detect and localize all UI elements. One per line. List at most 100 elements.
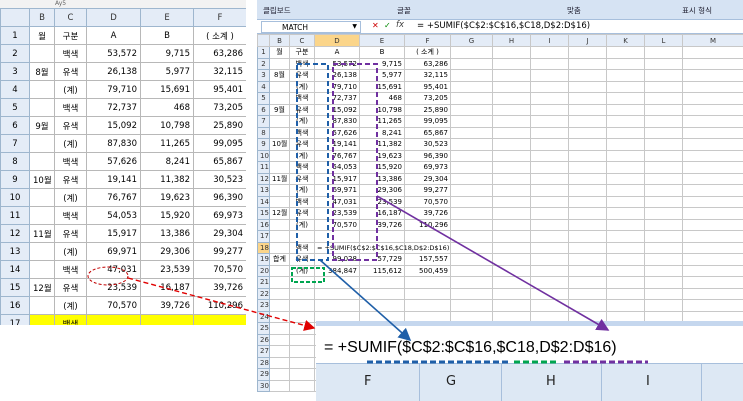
- empty-cell[interactable]: [450, 253, 493, 266]
- empty-cell[interactable]: [682, 138, 743, 151]
- right-column-header[interactable]: K: [606, 34, 645, 47]
- cell[interactable]: 유색: [289, 138, 315, 151]
- cell[interactable]: 5,977: [359, 69, 405, 82]
- empty-cell[interactable]: [530, 264, 569, 277]
- left-column-header[interactable]: F: [193, 8, 246, 27]
- empty-cell[interactable]: [644, 138, 683, 151]
- empty-cell[interactable]: [606, 69, 645, 82]
- cell[interactable]: 유색: [54, 116, 87, 135]
- select-all-corner[interactable]: [257, 34, 270, 47]
- cell[interactable]: [289, 287, 315, 300]
- row-number[interactable]: 16: [257, 218, 270, 231]
- cell[interactable]: 9,715: [359, 57, 405, 70]
- ribbon-font[interactable]: 글꼴: [397, 5, 411, 16]
- empty-cell[interactable]: [492, 195, 531, 208]
- zoom-formula-bar[interactable]: = +SUMIF($C$2:$C$16,$C18,D$2:D$16): [316, 326, 743, 364]
- cell[interactable]: ( 소계 ): [404, 46, 451, 59]
- empty-cell[interactable]: [492, 92, 531, 105]
- cell[interactable]: 73,205: [404, 92, 451, 105]
- cell[interactable]: 99,095: [404, 115, 451, 128]
- cell[interactable]: 32,115: [404, 69, 451, 82]
- empty-cell[interactable]: [606, 115, 645, 128]
- row-number[interactable]: 7: [0, 134, 30, 153]
- cell[interactable]: [29, 188, 55, 207]
- empty-cell[interactable]: [530, 287, 569, 300]
- empty-cell[interactable]: [682, 80, 743, 93]
- cell[interactable]: [29, 242, 55, 261]
- cell[interactable]: 15,691: [140, 80, 194, 99]
- cell[interactable]: [289, 310, 315, 323]
- cell[interactable]: 23,539: [86, 278, 141, 297]
- row-number[interactable]: 12: [257, 172, 270, 185]
- empty-cell[interactable]: [530, 184, 569, 197]
- row-number[interactable]: 25: [257, 322, 270, 335]
- empty-cell[interactable]: [644, 241, 683, 254]
- empty-cell[interactable]: [492, 80, 531, 93]
- empty-cell[interactable]: [606, 241, 645, 254]
- row-number[interactable]: 7: [257, 115, 270, 128]
- empty-cell[interactable]: [644, 184, 683, 197]
- cell[interactable]: [289, 230, 315, 243]
- cell[interactable]: (계): [289, 184, 315, 197]
- empty-cell[interactable]: [568, 149, 607, 162]
- empty-cell[interactable]: [606, 195, 645, 208]
- empty-cell[interactable]: [450, 184, 493, 197]
- empty-cell[interactable]: [568, 218, 607, 231]
- row-number[interactable]: 17: [257, 230, 270, 243]
- row-number[interactable]: 15: [0, 278, 30, 297]
- empty-cell[interactable]: [644, 218, 683, 231]
- cell[interactable]: [289, 333, 315, 346]
- cell[interactable]: 유색: [54, 170, 87, 189]
- cell[interactable]: [29, 134, 55, 153]
- empty-cell[interactable]: [492, 57, 531, 70]
- empty-cell[interactable]: [606, 264, 645, 277]
- empty-cell[interactable]: [644, 92, 683, 105]
- chevron-down-icon[interactable]: ▼: [352, 23, 357, 30]
- cell[interactable]: 32,115: [193, 62, 246, 81]
- empty-cell[interactable]: [530, 57, 569, 70]
- empty-cell[interactable]: [682, 46, 743, 59]
- row-number[interactable]: 14: [257, 195, 270, 208]
- empty-cell[interactable]: [530, 172, 569, 185]
- empty-cell[interactable]: [450, 126, 493, 139]
- cell[interactable]: [29, 314, 55, 325]
- cell[interactable]: 39,726: [404, 207, 451, 220]
- empty-cell[interactable]: [530, 276, 569, 289]
- empty-cell[interactable]: [682, 218, 743, 231]
- row-number[interactable]: 11: [257, 161, 270, 174]
- empty-cell[interactable]: [450, 80, 493, 93]
- cell[interactable]: 500,459: [404, 264, 451, 277]
- cell[interactable]: [29, 296, 55, 315]
- row-number[interactable]: 14: [0, 260, 30, 279]
- empty-cell[interactable]: [606, 126, 645, 139]
- cell[interactable]: [359, 230, 405, 243]
- empty-cell[interactable]: [644, 264, 683, 277]
- cell[interactable]: 23,539: [314, 207, 360, 220]
- empty-cell[interactable]: [492, 126, 531, 139]
- cell[interactable]: (계): [54, 296, 87, 315]
- row-number[interactable]: 28: [257, 356, 270, 369]
- cell[interactable]: 11,265: [359, 115, 405, 128]
- cell[interactable]: 월: [29, 26, 55, 45]
- row-number[interactable]: 21: [257, 276, 270, 289]
- empty-cell[interactable]: [492, 264, 531, 277]
- empty-cell[interactable]: [530, 103, 569, 116]
- cell[interactable]: 39,726: [140, 296, 194, 315]
- cell[interactable]: 19,623: [140, 188, 194, 207]
- cell[interactable]: 29,306: [140, 242, 194, 261]
- row-number[interactable]: 10: [257, 149, 270, 162]
- cell[interactable]: 65,867: [193, 152, 246, 171]
- cell[interactable]: 63,286: [404, 57, 451, 70]
- empty-cell[interactable]: [682, 161, 743, 174]
- cell[interactable]: 99,277: [404, 184, 451, 197]
- empty-cell[interactable]: [450, 241, 493, 254]
- empty-cell[interactable]: [450, 103, 493, 116]
- empty-cell[interactable]: [606, 184, 645, 197]
- cell[interactable]: (계): [289, 115, 315, 128]
- empty-cell[interactable]: [568, 230, 607, 243]
- row-number[interactable]: 1: [257, 46, 270, 59]
- cell[interactable]: [269, 241, 290, 254]
- row-number[interactable]: 5: [257, 92, 270, 105]
- row-number[interactable]: 10: [0, 188, 30, 207]
- empty-cell[interactable]: [682, 299, 743, 312]
